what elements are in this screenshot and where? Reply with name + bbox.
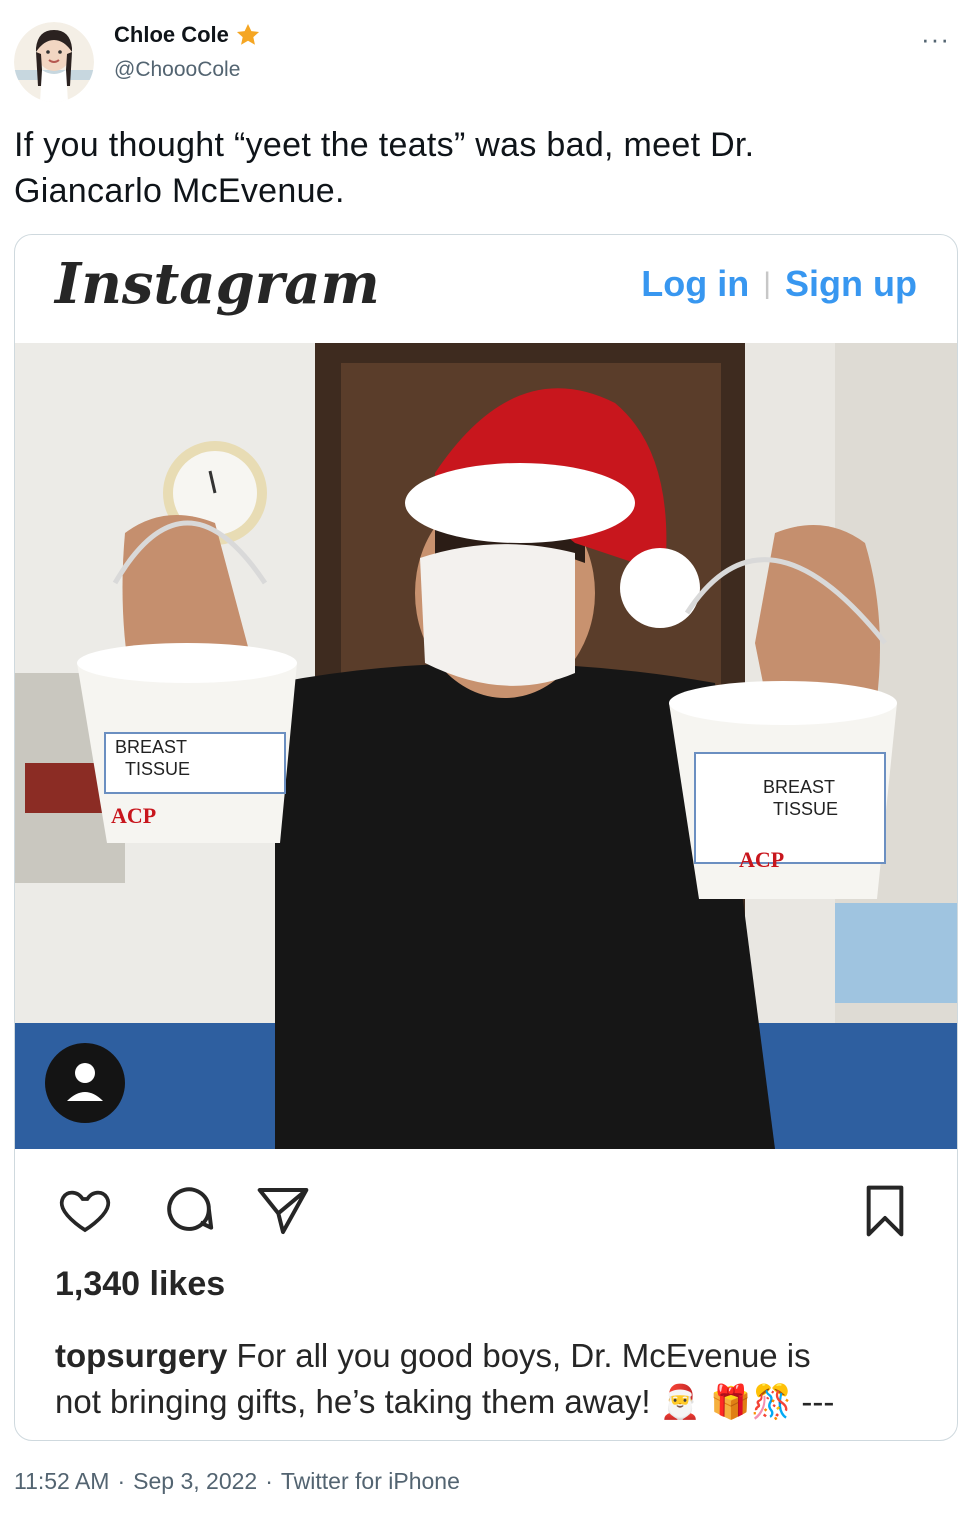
tweet-time[interactable]: 11:52 AM (14, 1468, 109, 1495)
tweet-text-line-1: If you thought “yeet the teats” was bad,… (14, 126, 755, 164)
left-bucket-label-1: BREAST (115, 737, 187, 757)
tweet-text: If you thought “yeet the teats” was bad,… (14, 122, 944, 214)
tweet-source[interactable]: Twitter for iPhone (281, 1468, 460, 1495)
right-bucket-label-2: TISSUE (773, 799, 838, 819)
auth-separator: | (763, 267, 772, 300)
caption-text-2: not bringing gifts, he’s taking them awa… (55, 1383, 835, 1420)
author-name-row[interactable]: Chloe Cole (114, 22, 261, 48)
instagram-action-bar (15, 1175, 957, 1245)
attached-image[interactable]: Instagram Log in | Sign up BREAST TISSUE… (14, 234, 958, 1441)
separator-dot: · (265, 1468, 273, 1494)
tweet-header: Chloe Cole @ChoooCole ··· (14, 14, 958, 104)
instagram-auth-links: Log in | Sign up (641, 263, 917, 305)
avatar[interactable] (14, 22, 94, 102)
tweet-footer: 11:52 AM · Sep 3, 2022 · Twitter for iPh… (14, 1468, 460, 1495)
author-name[interactable]: Chloe Cole (114, 22, 229, 48)
right-bucket-brand: ACP (739, 847, 784, 872)
caption-username: topsurgery (55, 1337, 228, 1374)
more-options-icon[interactable]: ··· (921, 24, 950, 55)
caption-line-1: topsurgery For all you good boys, Dr. Mc… (55, 1333, 925, 1379)
left-bucket-brand: ACP (111, 803, 156, 828)
instagram-likes: 1,340 likes (55, 1265, 226, 1303)
comment-icon (167, 1187, 214, 1231)
tweet-text-line-2: Giancarlo McEvenue. (14, 172, 345, 210)
bookmark-icon (866, 1185, 904, 1237)
instagram-login-link: Log in (641, 263, 750, 304)
tweet-date[interactable]: Sep 3, 2022 (133, 1468, 257, 1495)
author-handle[interactable]: @ChoooCole (114, 58, 240, 82)
right-bucket-label-1: BREAST (763, 777, 835, 797)
caption-text-1: For all you good boys, Dr. McEvenue is (227, 1337, 811, 1374)
star-icon (235, 22, 261, 48)
instagram-logo: Instagram (55, 251, 380, 317)
instagram-caption: topsurgery For all you good boys, Dr. Mc… (55, 1333, 925, 1425)
left-bucket-label-2: TISSUE (125, 759, 190, 779)
separator-dot: · (117, 1468, 126, 1494)
heart-icon (59, 1190, 111, 1233)
instagram-signup-link: Sign up (785, 263, 917, 304)
share-icon (257, 1188, 309, 1234)
instagram-photo: BREAST TISSUE ACP BREAST TISSUE ACP (15, 343, 957, 1149)
